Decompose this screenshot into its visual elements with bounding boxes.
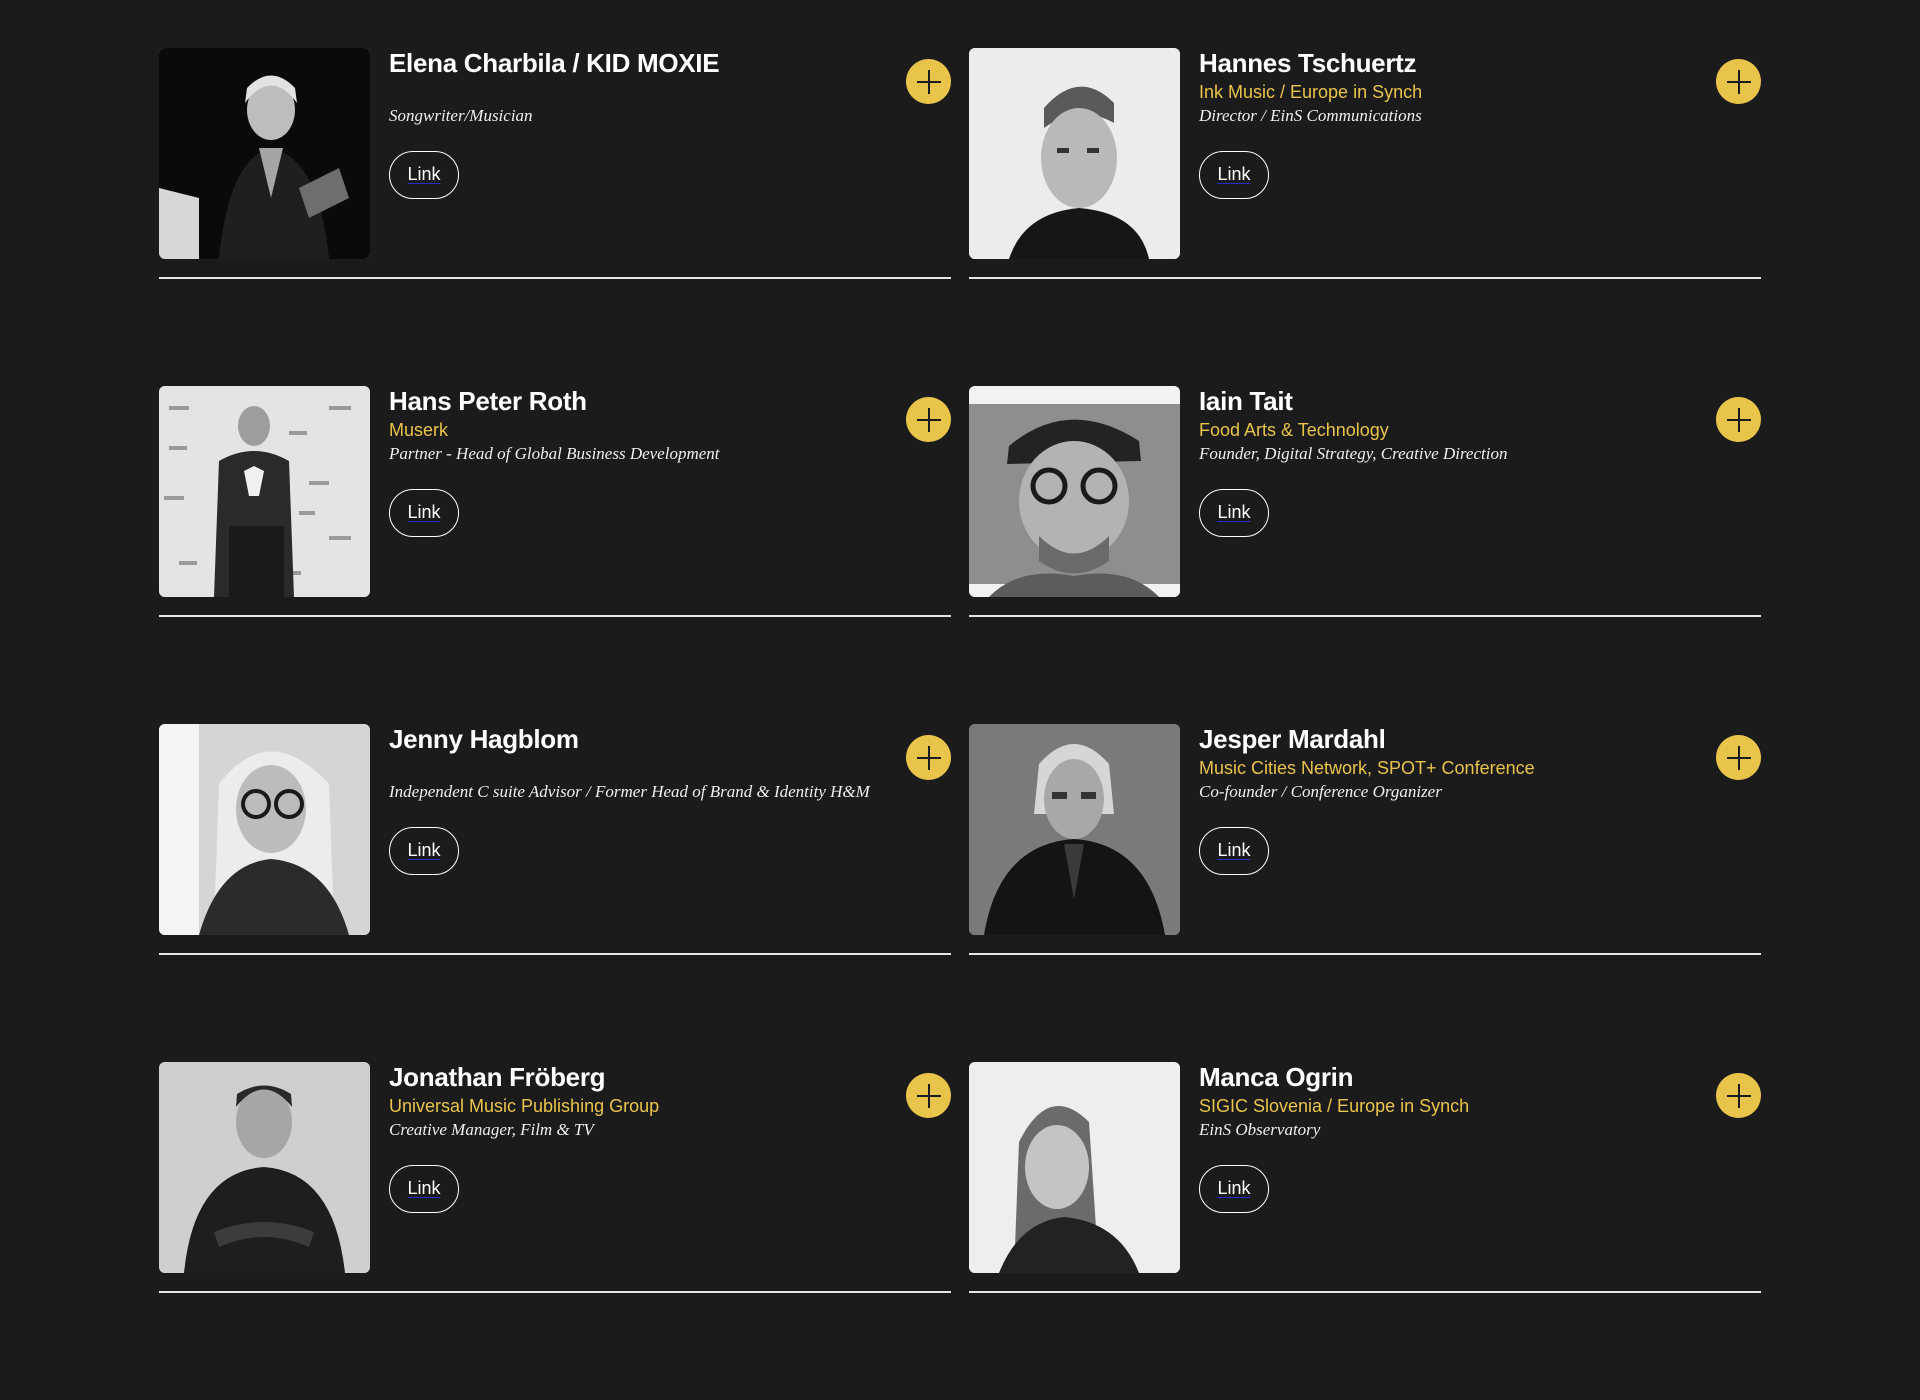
- divider: [969, 277, 1761, 279]
- speaker-role: Director / EinS Communications: [1199, 106, 1422, 125]
- speaker-info: Iain Tait Food Arts & Technology Founder…: [1199, 386, 1681, 466]
- speaker-name: Jenny Hagblom: [389, 724, 579, 754]
- speaker-organization: [389, 80, 871, 104]
- plus-icon[interactable]: [906, 397, 951, 442]
- speaker-info: Jonathan Fröberg Universal Music Publish…: [389, 1062, 871, 1142]
- speaker-card: Manca Ogrin SIGIC Slovenia / Europe in S…: [969, 1062, 1761, 1400]
- link-label: Link: [407, 164, 441, 184]
- speaker-role: Founder, Digital Strategy, Creative Dire…: [1199, 444, 1508, 463]
- speaker-name: Iain Tait: [1199, 386, 1293, 416]
- link-label: Link: [1217, 1178, 1251, 1198]
- plus-icon[interactable]: [1716, 735, 1761, 780]
- speaker-organization: Universal Music Publishing Group: [389, 1096, 660, 1116]
- speaker-card: Hannes Tschuertz Ink Music / Europe in S…: [969, 48, 1761, 386]
- divider: [159, 277, 951, 279]
- speaker-role: EinS Observatory: [1199, 1120, 1321, 1139]
- speaker-name: Hans Peter Roth: [389, 386, 587, 416]
- speaker-link-button[interactable]: Link: [389, 827, 459, 875]
- speaker-link-button[interactable]: Link: [389, 1165, 459, 1213]
- speaker-name: Manca Ogrin: [1199, 1062, 1354, 1092]
- speaker-role: Creative Manager, Film & TV: [389, 1120, 594, 1139]
- speaker-info: Manca Ogrin SIGIC Slovenia / Europe in S…: [1199, 1062, 1681, 1142]
- speaker-role: Independent C suite Advisor / Former Hea…: [389, 782, 870, 801]
- speaker-link-button[interactable]: Link: [1199, 1165, 1269, 1213]
- link-label: Link: [407, 840, 441, 860]
- speaker-grid: Elena Charbila / KID MOXIE Songwriter/Mu…: [159, 48, 1763, 1400]
- speaker-link-button[interactable]: Link: [1199, 489, 1269, 537]
- speaker-name: Elena Charbila / KID MOXIE: [389, 48, 720, 78]
- plus-icon[interactable]: [1716, 1073, 1761, 1118]
- link-label: Link: [1217, 164, 1251, 184]
- speaker-link-button[interactable]: Link: [1199, 827, 1269, 875]
- speaker-role: Songwriter/Musician: [389, 106, 533, 125]
- speaker-card: Elena Charbila / KID MOXIE Songwriter/Mu…: [159, 48, 951, 386]
- divider: [159, 1291, 951, 1293]
- speaker-organization: Ink Music / Europe in Synch: [1199, 82, 1423, 102]
- speaker-photo: [969, 1062, 1180, 1273]
- speaker-card: Jesper Mardahl Music Cities Network, SPO…: [969, 724, 1761, 1062]
- speaker-photo: [159, 724, 370, 935]
- link-label: Link: [407, 502, 441, 522]
- speaker-photo: [969, 48, 1180, 259]
- speaker-organization: SIGIC Slovenia / Europe in Synch: [1199, 1096, 1470, 1116]
- speaker-organization: Food Arts & Technology: [1199, 420, 1389, 440]
- plus-icon[interactable]: [1716, 397, 1761, 442]
- speaker-info: Jesper Mardahl Music Cities Network, SPO…: [1199, 724, 1681, 804]
- speaker-photo: [159, 1062, 370, 1273]
- divider: [969, 953, 1761, 955]
- divider: [159, 615, 951, 617]
- speaker-info: Elena Charbila / KID MOXIE Songwriter/Mu…: [389, 48, 871, 128]
- speaker-role: Partner - Head of Global Business Develo…: [389, 444, 720, 463]
- speaker-photo: [969, 386, 1180, 597]
- link-label: Link: [1217, 840, 1251, 860]
- speaker-organization: [389, 756, 871, 780]
- speaker-organization: Music Cities Network, SPOT+ Conference: [1199, 758, 1535, 778]
- speaker-card: Jenny Hagblom Independent C suite Adviso…: [159, 724, 951, 1062]
- plus-icon[interactable]: [906, 1073, 951, 1118]
- plus-icon[interactable]: [1716, 59, 1761, 104]
- divider: [159, 953, 951, 955]
- speaker-link-button[interactable]: Link: [389, 151, 459, 199]
- speaker-role: Co-founder / Conference Organizer: [1199, 782, 1442, 801]
- link-label: Link: [407, 1178, 441, 1198]
- plus-icon[interactable]: [906, 735, 951, 780]
- speaker-link-button[interactable]: Link: [1199, 151, 1269, 199]
- speaker-info: Hannes Tschuertz Ink Music / Europe in S…: [1199, 48, 1681, 128]
- speaker-info: Hans Peter Roth Muserk Partner - Head of…: [389, 386, 871, 466]
- speaker-card: Jonathan Fröberg Universal Music Publish…: [159, 1062, 951, 1400]
- divider: [969, 1291, 1761, 1293]
- link-label: Link: [1217, 502, 1251, 522]
- speaker-photo: [159, 386, 370, 597]
- speaker-name: Jonathan Fröberg: [389, 1062, 606, 1092]
- speaker-card: Hans Peter Roth Muserk Partner - Head of…: [159, 386, 951, 724]
- speaker-photo: [969, 724, 1180, 935]
- plus-icon[interactable]: [906, 59, 951, 104]
- speaker-organization: Muserk: [389, 420, 449, 440]
- speaker-info: Jenny Hagblom Independent C suite Adviso…: [389, 724, 871, 804]
- divider: [969, 615, 1761, 617]
- speaker-name: Hannes Tschuertz: [1199, 48, 1417, 78]
- speaker-name: Jesper Mardahl: [1199, 724, 1386, 754]
- speaker-photo: [159, 48, 370, 259]
- speaker-card: Iain Tait Food Arts & Technology Founder…: [969, 386, 1761, 724]
- speaker-link-button[interactable]: Link: [389, 489, 459, 537]
